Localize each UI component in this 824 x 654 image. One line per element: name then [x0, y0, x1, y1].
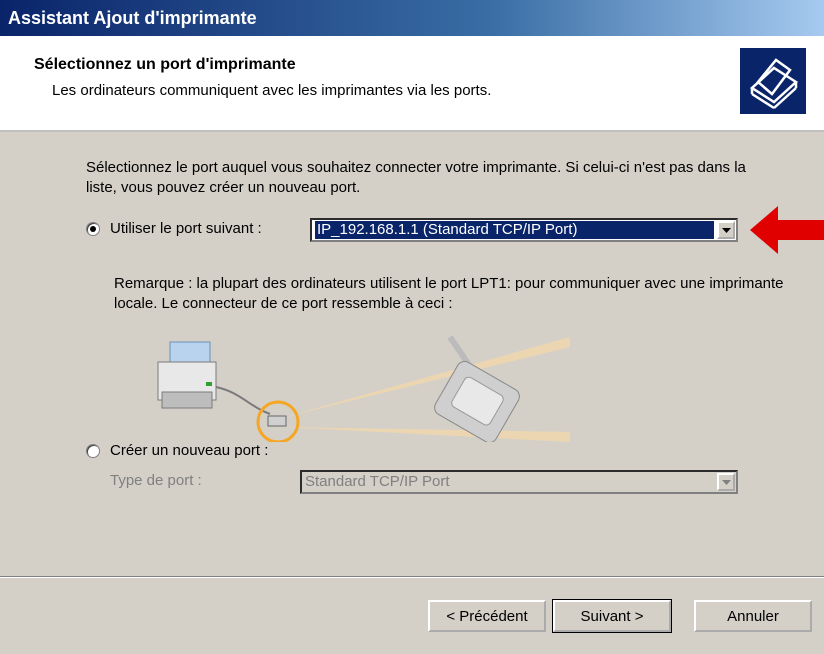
use-port-label[interactable]: Utiliser le port suivant : [110, 220, 262, 237]
note-text: Remarque : la plupart des ordinateurs ut… [114, 275, 784, 312]
port-select-value: IP_192.168.1.1 (Standard TCP/IP Port) [315, 221, 714, 239]
printer-icon [740, 48, 806, 114]
window-titlebar: Assistant Ajout d'imprimante [0, 0, 824, 36]
port-type-select[interactable]: Standard TCP/IP Port [300, 470, 738, 494]
back-button[interactable]: < Précédent [428, 600, 546, 632]
lpt-connector-illustration [157, 335, 570, 442]
port-type-label: Type de port : [110, 472, 202, 489]
next-button[interactable]: Suivant > [552, 599, 672, 633]
footer-divider [0, 576, 824, 578]
cancel-button[interactable]: Annuler [694, 600, 812, 632]
create-port-radio[interactable] [86, 444, 100, 458]
port-select[interactable]: IP_192.168.1.1 (Standard TCP/IP Port) [310, 218, 738, 242]
page-title: Sélectionnez un port d'imprimante [34, 56, 296, 73]
use-port-radio[interactable] [86, 222, 100, 236]
wizard-body: Sélectionnez le port auquel vous souhait… [0, 132, 824, 654]
wizard-header: Sélectionnez un port d'imprimante Les or… [0, 36, 824, 132]
create-port-label[interactable]: Créer un nouveau port : [110, 442, 268, 459]
window-title: Assistant Ajout d'imprimante [8, 8, 257, 28]
port-type-value: Standard TCP/IP Port [305, 473, 450, 490]
intro-text: Sélectionnez le port auquel vous souhait… [86, 159, 746, 196]
red-arrow-annotation [750, 206, 824, 254]
chevron-down-icon[interactable] [717, 473, 735, 491]
chevron-down-icon[interactable] [717, 221, 735, 239]
radio-selected-dot [90, 226, 96, 232]
page-subtitle: Les ordinateurs communiquent avec les im… [52, 82, 492, 99]
